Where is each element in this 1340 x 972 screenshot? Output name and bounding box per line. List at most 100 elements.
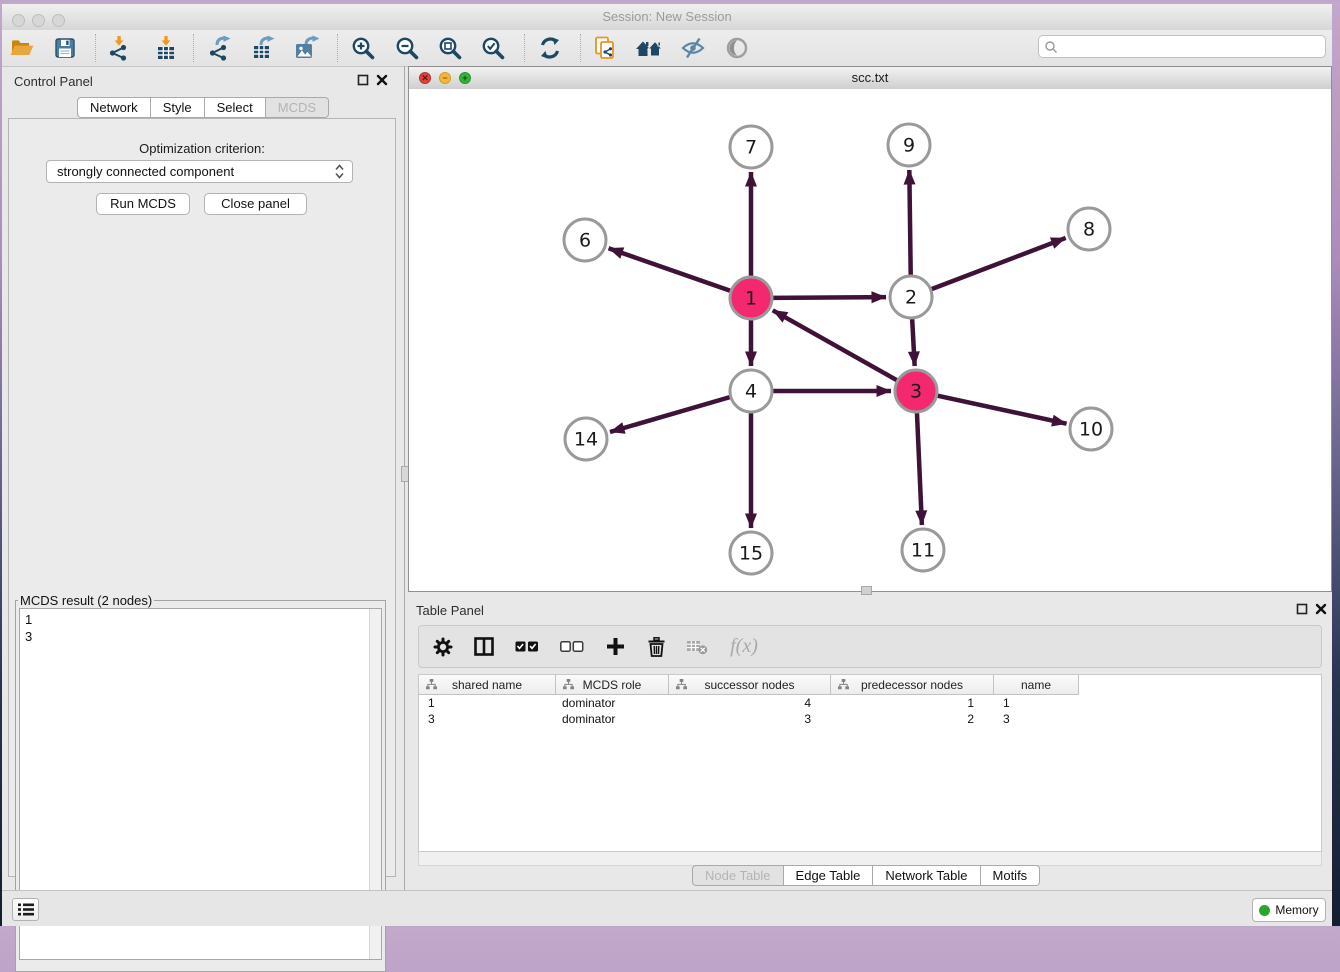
graph-node-label-1: 1 [745,288,757,310]
export-table-icon[interactable] [249,34,277,62]
graph-edge-2-9[interactable] [909,170,910,275]
titlebar: Session: New Session [2,4,1332,31]
table-panel-title: Table Panel [416,603,484,618]
create-new-column-icon[interactable] [604,636,626,658]
result-line: 3 [25,628,32,645]
main-toolbar [2,30,1332,67]
application-window: Session: New Session [2,4,1332,926]
memory-status-dot [1259,905,1270,916]
desktop: { "window": { "title": "Session: New Ses… [0,0,1340,926]
import-table-icon[interactable] [152,34,180,62]
table-row[interactable]: 1 dominator 4 1 1 [419,695,1321,711]
graph-edge-3-10[interactable] [937,396,1066,424]
delete-table-icon-disabled [686,636,708,658]
column-header-successor-nodes[interactable]: successor nodes [669,675,831,694]
task-history-button[interactable] [12,898,39,921]
toolbar-separator [337,34,338,62]
float-icon[interactable] [1296,603,1308,615]
select-all-columns-icon[interactable] [514,636,540,658]
list-icon [18,903,34,916]
tab-network[interactable]: Network [77,97,151,118]
status-bar: Memory [2,890,1332,926]
column-type-icon [676,679,687,690]
import-network-icon[interactable] [105,34,133,62]
graph-node-label-2: 2 [905,287,917,309]
tab-select[interactable]: Select [205,97,266,118]
tab-node-table[interactable]: Node Table [692,865,784,886]
bird-eye-view-icon[interactable] [723,34,751,62]
graph-node-label-4: 4 [745,381,757,403]
table-horizontal-scrollbar[interactable] [418,852,1322,866]
control-panel-window-controls [357,74,388,86]
toolbar-search[interactable] [1038,35,1326,58]
column-header-shared-name[interactable]: shared name [419,675,556,694]
graph-edge-1-6[interactable] [609,248,731,290]
run-mcds-button[interactable]: Run MCDS [96,193,190,215]
table-panel-tabs: Node Table Edge Table Network Table Moti… [692,865,1040,886]
network-canvas[interactable]: 7968124314101511 [409,89,1331,591]
network-resize-grip[interactable] [861,586,872,595]
tab-mcds[interactable]: MCDS [266,97,329,118]
window-title: Session: New Session [2,9,1332,24]
toolbar-separator [193,34,194,62]
close-icon[interactable] [376,74,388,86]
show-columns-icon[interactable] [473,636,495,658]
two-houses-icon[interactable] [635,34,663,62]
graph-node-label-7: 7 [745,137,757,159]
column-header-predecessor-nodes[interactable]: predecessor nodes [831,675,994,694]
tab-edge-table[interactable]: Edge Table [784,865,874,886]
chevron-up-down-icon [335,164,344,179]
graph-node-label-15: 15 [739,543,763,565]
result-line: 1 [25,611,32,628]
zoom-out-icon[interactable] [393,34,421,62]
tab-motifs[interactable]: Motifs [981,865,1041,886]
network-graph[interactable]: 7968124314101511 [409,89,1331,591]
delete-column-trash-icon[interactable] [645,636,667,658]
open-session-icon[interactable] [8,34,36,62]
graph-edge-4-14[interactable] [610,397,730,432]
zoom-fit-icon[interactable] [436,34,464,62]
column-header-name[interactable]: name [994,675,1079,694]
graph-node-label-11: 11 [911,540,935,562]
close-panel-button[interactable]: Close panel [204,193,307,215]
zoom-selected-icon[interactable] [479,34,507,62]
float-icon[interactable] [357,74,369,86]
node-table: shared name MCDS role successor nodes pr… [418,674,1322,852]
hide-graphics-details-icon[interactable] [679,34,707,62]
column-type-icon [563,679,574,690]
table-panel-window-controls [1296,603,1327,615]
graph-edge-3-1[interactable] [773,310,897,380]
graph-node-label-8: 8 [1083,219,1095,241]
table-toolbar: f(x) [418,625,1322,668]
graph-node-label-9: 9 [903,135,915,157]
column-header-mcds-role[interactable]: MCDS role [556,675,669,694]
criterion-dropdown[interactable]: strongly connected component [46,160,353,183]
close-icon[interactable] [1315,603,1327,615]
table-row[interactable]: 3 dominator 3 2 3 [419,711,1321,727]
graph-edge-1-2[interactable] [773,297,886,298]
column-type-icon [426,679,437,690]
mcds-result-title: MCDS result (2 nodes) [18,593,154,608]
table-header-row: shared name MCDS role successor nodes pr… [419,675,1079,695]
export-network-icon[interactable] [205,34,233,62]
tab-style[interactable]: Style [151,97,205,118]
graph-edge-3-11[interactable] [917,413,922,525]
unselect-all-columns-icon[interactable] [559,636,585,658]
zoom-in-icon[interactable] [349,34,377,62]
graph-node-label-3: 3 [910,381,922,403]
graph-edge-2-3[interactable] [912,319,915,366]
save-session-icon[interactable] [51,34,79,62]
search-input[interactable] [1058,39,1322,55]
search-icon [1044,40,1058,54]
memory-button[interactable]: Memory [1252,898,1326,922]
export-image-icon[interactable] [292,34,320,62]
network-view-window: ✕ − + scc.txt 7968124314101511 [408,66,1332,592]
graph-node-label-6: 6 [579,230,591,252]
graph-edge-2-8[interactable] [932,238,1066,289]
criterion-value: strongly connected component [57,164,234,179]
new-network-from-selection-icon[interactable] [591,34,619,62]
tab-network-table[interactable]: Network Table [873,865,980,886]
refresh-layout-icon[interactable] [536,34,564,62]
mcds-panel: Optimization criterion: strongly connect… [8,118,396,877]
table-settings-gear-icon[interactable] [432,636,454,658]
